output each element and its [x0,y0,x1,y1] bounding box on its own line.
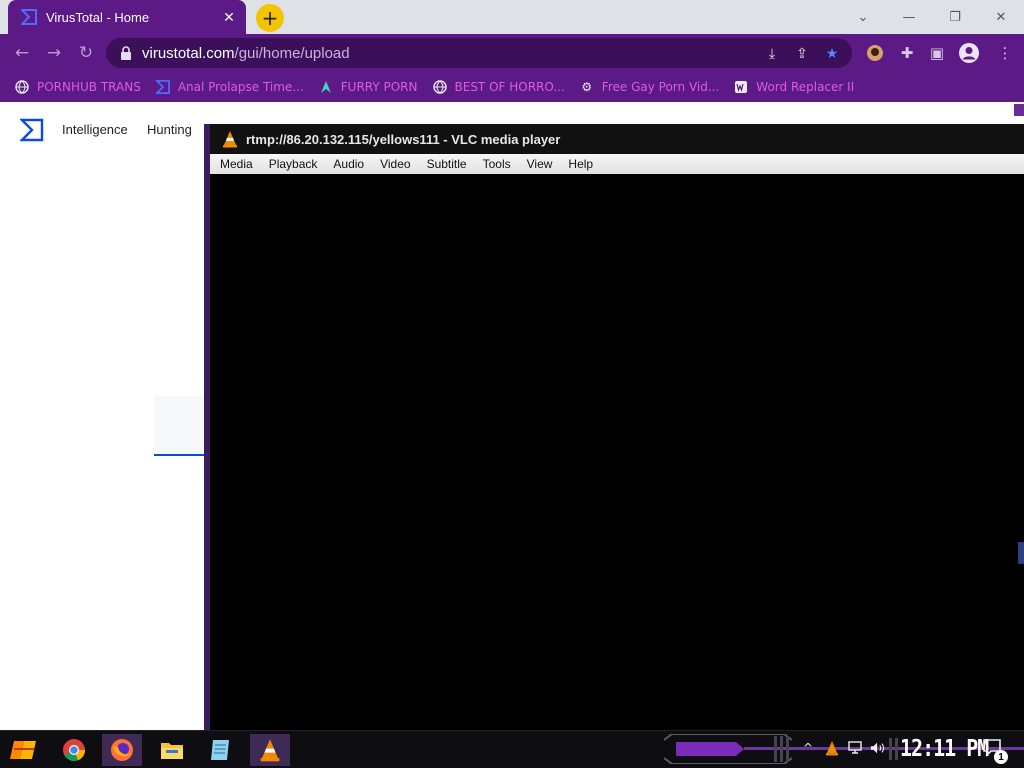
vlc-menu-help[interactable]: Help [568,157,593,171]
address-bar[interactable]: virustotal.com/gui/home/upload ⤓ ⇪ ★ [106,38,852,68]
tab-search-dropdown-icon[interactable]: ⌄ [852,6,874,28]
notification-badge: 1 [994,750,1008,764]
bookmark-label: BEST OF HORRO... [454,80,565,94]
vlc-taskbar-icon[interactable] [250,734,290,766]
vlc-window[interactable]: rtmp://86.20.132.115/yellows111 - VLC me… [204,124,1024,730]
gear-icon: ⚙ [581,80,593,94]
tray-vlc-icon[interactable] [824,740,840,756]
minimize-icon[interactable]: — [898,6,920,28]
extension-avatar-icon[interactable] [864,42,886,64]
nav-intelligence[interactable]: Intelligence [62,122,128,137]
virustotal-logo-icon[interactable] [19,118,44,142]
vlc-cone-icon [223,131,237,148]
bookmark-label: Anal Prolapse Time... [177,80,304,94]
restore-icon[interactable]: ❐ [944,6,966,28]
bookmarks-bar: PORNHUB TRANS Anal Prolapse Time... FURR… [0,72,1024,102]
file-explorer-taskbar-icon[interactable] [152,734,192,766]
reload-icon[interactable]: ↻ [74,41,98,65]
network-icon[interactable] [848,740,864,756]
address-host: virustotal.com [142,44,235,62]
virustotal-favicon-icon [20,8,38,26]
notepad-taskbar-icon[interactable] [200,734,240,766]
vlc-menu-video[interactable]: Video [380,157,410,171]
chrome-menu-icon[interactable]: ⋮ [994,42,1016,64]
install-app-icon[interactable]: ⤓ [762,45,782,63]
browser-tab-virustotal[interactable]: VirusTotal - Home ✕ [8,0,246,34]
globe-icon [14,79,30,95]
bookmark-label: FURRY PORN [340,80,418,94]
vlc-titlebar[interactable]: rtmp://86.20.132.115/yellows111 - VLC me… [210,124,1024,154]
forward-icon[interactable]: → [42,41,66,65]
tab-title: VirusTotal - Home [46,9,150,25]
bookmark-item[interactable]: FURRY PORN [318,79,418,95]
vlc-menu-tools[interactable]: Tools [483,157,511,171]
tab-close-icon[interactable]: ✕ [218,6,240,28]
bookmark-item[interactable]: Word Replacer II [733,79,854,95]
tray-overflow-chevron-icon[interactable]: ^ [800,740,816,756]
upload-tab-underline [154,396,206,456]
globe-icon [432,79,448,95]
firefox-taskbar-icon[interactable] [102,734,142,766]
bookmark-item[interactable]: ⚙ Free Gay Porn Vid... [579,79,719,95]
new-tab-button[interactable]: + [256,4,284,32]
page-scrollbar[interactable] [1014,104,1024,116]
virustotal-icon [155,79,171,95]
browser-toolbar: ← → ↻ virustotal.com/gui/home/upload ⤓ ⇪… [0,34,1024,72]
bookmark-label: PORNHUB TRANS [37,80,141,94]
arch-icon [318,79,334,95]
extensions-puzzle-icon[interactable]: ✚ [896,42,918,64]
bookmark-star-icon[interactable]: ★ [822,45,842,63]
bookmark-item[interactable]: BEST OF HORRO... [432,79,565,95]
side-panel-icon[interactable]: ▣ [926,42,948,64]
vlc-menu-media[interactable]: Media [220,157,253,171]
back-icon[interactable]: ← [10,41,34,65]
vlc-video-area[interactable] [210,174,1024,730]
bookmark-label: Word Replacer II [756,80,855,94]
vlc-menu-view[interactable]: View [527,157,553,171]
taskbar-clock[interactable]: 12:11 PM [900,734,989,762]
vlc-menu-subtitle[interactable]: Subtitle [427,157,467,171]
close-window-icon[interactable]: ✕ [990,6,1012,28]
vlc-window-title: rtmp://86.20.132.115/yellows111 - VLC me… [246,131,561,147]
address-path: /gui/home/upload [234,44,350,62]
share-icon[interactable]: ⇪ [792,45,812,63]
bookmark-item[interactable]: Anal Prolapse Time... [155,79,304,95]
nav-hunting[interactable]: Hunting [147,122,192,137]
vlc-menu-playback[interactable]: Playback [269,157,318,171]
vlc-edge-handle[interactable] [1018,542,1024,564]
bookmark-label: Free Gay Porn Vid... [601,80,720,94]
profile-icon[interactable] [958,42,980,64]
bookmark-item[interactable]: PORNHUB TRANS [14,79,141,95]
vlc-menu-audio[interactable]: Audio [333,157,364,171]
lock-icon [118,45,134,61]
vlc-menubar: Media Playback Audio Video Subtitle Tool… [210,154,1024,174]
start-button[interactable] [4,734,44,766]
wr-icon [733,79,749,95]
chrome-taskbar-icon[interactable] [54,734,94,766]
volume-icon[interactable] [870,740,886,756]
